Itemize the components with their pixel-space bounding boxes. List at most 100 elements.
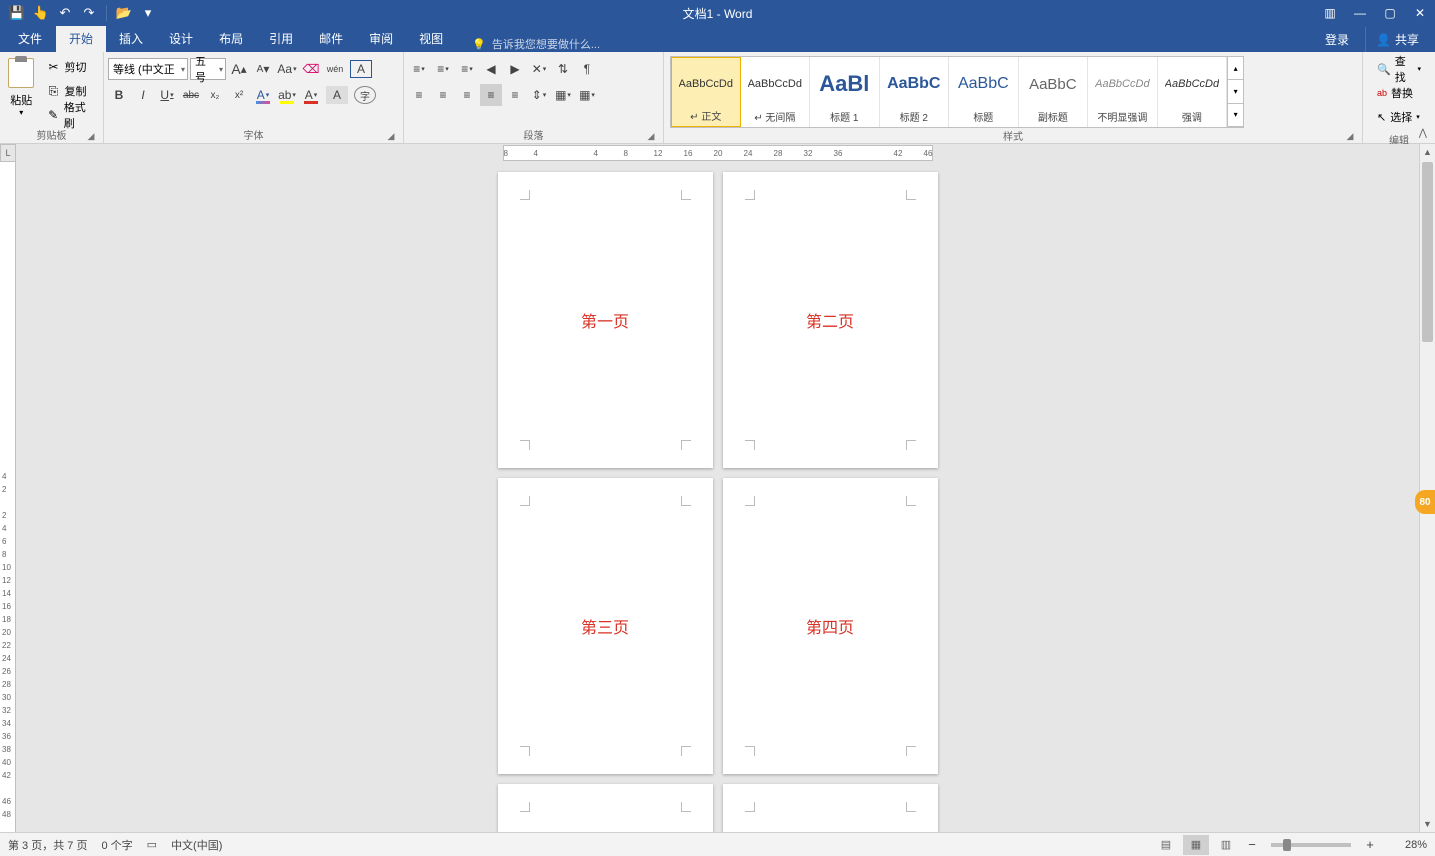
cut-button[interactable]: ✂剪切 xyxy=(42,56,99,78)
language-status[interactable]: 中文(中国) xyxy=(171,837,222,853)
font-color-button[interactable]: A▾ xyxy=(300,84,322,106)
zoom-knob[interactable] xyxy=(1283,839,1291,851)
clipboard-launcher[interactable]: ◢ xyxy=(85,130,97,142)
page-4[interactable]: 第四页 xyxy=(723,478,938,774)
close-button[interactable]: ✕ xyxy=(1405,0,1435,26)
tab-home[interactable]: 开始 xyxy=(56,25,106,52)
style-item-3[interactable]: AaBbC标题 2 xyxy=(880,57,950,127)
maximize-button[interactable]: ▢ xyxy=(1375,0,1405,26)
word-count-status[interactable]: 0 个字 xyxy=(101,837,132,853)
zoom-slider[interactable] xyxy=(1271,843,1351,847)
multilevel-button[interactable]: ≡▾ xyxy=(456,58,478,80)
show-marks-button[interactable]: ¶ xyxy=(576,58,598,80)
tab-view[interactable]: 视图 xyxy=(406,25,456,52)
font-size-combo[interactable]: 五号▾ xyxy=(190,58,226,80)
vertical-scrollbar[interactable]: ▲ ▼ xyxy=(1419,144,1435,832)
align-justify-button[interactable]: ≡ xyxy=(480,84,502,106)
line-spacing-button[interactable]: ⇕▾ xyxy=(528,84,550,106)
pages-container[interactable]: 第一页第二页第三页第四页 xyxy=(16,162,1419,832)
char-shading-button[interactable]: A xyxy=(326,86,348,104)
qat-customize-button[interactable]: ▾ xyxy=(137,2,159,24)
web-layout-button[interactable]: ▥ xyxy=(1213,835,1239,855)
tab-layout[interactable]: 布局 xyxy=(206,25,256,52)
subscript-button[interactable]: x₂ xyxy=(204,84,226,106)
highlight-button[interactable]: ab▾ xyxy=(276,84,298,106)
collapse-ribbon-button[interactable]: ⋀ xyxy=(1415,126,1431,141)
page-5[interactable] xyxy=(498,784,713,832)
char-border-button[interactable]: A xyxy=(350,60,372,78)
strikethrough-button[interactable]: abc xyxy=(180,84,202,106)
gallery-scroll-2[interactable]: ▾ xyxy=(1228,104,1243,127)
page-6[interactable] xyxy=(723,784,938,832)
share-button[interactable]: 👤 共享 xyxy=(1365,27,1429,52)
style-item-0[interactable]: AaBbCcDd↵ 正文 xyxy=(671,57,741,127)
tab-design[interactable]: 设计 xyxy=(156,25,206,52)
scroll-down-button[interactable]: ▼ xyxy=(1420,816,1435,832)
style-item-2[interactable]: AaBl标题 1 xyxy=(810,57,880,127)
spellcheck-status[interactable]: ▭ xyxy=(147,838,157,851)
phonetic-guide-button[interactable]: wén xyxy=(324,58,346,80)
redo-button[interactable]: ↷ xyxy=(78,2,100,24)
underline-button[interactable]: U▾ xyxy=(156,84,178,106)
font-launcher[interactable]: ◢ xyxy=(385,130,397,142)
ribbon-options-button[interactable]: ▥ xyxy=(1315,0,1345,26)
save-button[interactable]: 💾 xyxy=(6,2,28,24)
italic-button[interactable]: I xyxy=(132,84,154,106)
decrease-indent-button[interactable]: ◀ xyxy=(480,58,502,80)
tab-file[interactable]: 文件 xyxy=(4,25,56,52)
paragraph-launcher[interactable]: ◢ xyxy=(645,130,657,142)
select-button[interactable]: ↖选择▾ xyxy=(1373,106,1424,128)
style-item-5[interactable]: AaBbC副标题 xyxy=(1019,57,1089,127)
replace-button[interactable]: ab替换 xyxy=(1373,82,1417,104)
gallery-scroll-0[interactable]: ▴ xyxy=(1228,57,1243,80)
login-button[interactable]: 登录 xyxy=(1315,27,1359,52)
zoom-in-button[interactable]: + xyxy=(1361,836,1379,854)
align-right-button[interactable]: ≡ xyxy=(456,84,478,106)
change-case-button[interactable]: Aa▾ xyxy=(276,58,298,80)
minimize-button[interactable]: — xyxy=(1345,0,1375,26)
find-button[interactable]: 🔍查找▾ xyxy=(1373,58,1425,80)
zoom-out-button[interactable]: − xyxy=(1243,836,1261,854)
clear-formatting-button[interactable]: ⌫ xyxy=(300,58,322,80)
asian-layout-button[interactable]: ✕▾ xyxy=(528,58,550,80)
tell-me-search[interactable]: 💡 告诉我您想要做什么... xyxy=(472,36,600,52)
superscript-button[interactable]: x² xyxy=(228,84,250,106)
style-item-7[interactable]: AaBbCcDd强调 xyxy=(1158,57,1228,127)
side-badge[interactable]: 80 xyxy=(1415,490,1435,514)
horizontal-ruler[interactable]: 8448121620242832364246 xyxy=(503,145,933,161)
tab-review[interactable]: 审阅 xyxy=(356,25,406,52)
paste-button[interactable]: 粘贴 ▾ xyxy=(4,54,38,126)
font-name-combo[interactable]: 等线 (中文正▾ xyxy=(108,58,188,80)
undo-button[interactable]: ↶ xyxy=(54,2,76,24)
style-item-1[interactable]: AaBbCcDd↵ 无间隔 xyxy=(741,57,811,127)
bullets-button[interactable]: ≡▾ xyxy=(408,58,430,80)
ruler-corner[interactable]: L xyxy=(0,144,16,162)
page-number-status[interactable]: 第 3 页，共 7 页 xyxy=(8,837,87,853)
touch-mode-button[interactable]: 👆 xyxy=(30,2,52,24)
styles-launcher[interactable]: ◢ xyxy=(1344,130,1356,142)
style-item-6[interactable]: AaBbCcDd不明显强调 xyxy=(1088,57,1158,127)
page-3[interactable]: 第三页 xyxy=(498,478,713,774)
numbering-button[interactable]: ≡▾ xyxy=(432,58,454,80)
distributed-button[interactable]: ≡ xyxy=(504,84,526,106)
shrink-font-button[interactable]: A▾ xyxy=(252,58,274,80)
sort-button[interactable]: ⇅ xyxy=(552,58,574,80)
align-left-button[interactable]: ≡ xyxy=(408,84,430,106)
tab-mailings[interactable]: 邮件 xyxy=(306,25,356,52)
bold-button[interactable]: B xyxy=(108,84,130,106)
open-button[interactable]: 📂 xyxy=(113,2,135,24)
grow-font-button[interactable]: A▴ xyxy=(228,58,250,80)
shading-button[interactable]: ▦▾ xyxy=(552,84,574,106)
zoom-level[interactable]: 28% xyxy=(1383,839,1427,851)
enclose-chars-button[interactable]: 字 xyxy=(354,86,376,104)
vertical-ruler[interactable]: 4224681012141618202224262830323436384042… xyxy=(0,162,16,832)
tab-insert[interactable]: 插入 xyxy=(106,25,156,52)
text-effects-button[interactable]: A▾ xyxy=(252,84,274,106)
format-painter-button[interactable]: ✎格式刷 xyxy=(42,104,99,126)
page-2[interactable]: 第二页 xyxy=(723,172,938,468)
style-item-4[interactable]: AaBbC标题 xyxy=(949,57,1019,127)
align-center-button[interactable]: ≡ xyxy=(432,84,454,106)
increase-indent-button[interactable]: ▶ xyxy=(504,58,526,80)
tab-references[interactable]: 引用 xyxy=(256,25,306,52)
read-mode-button[interactable]: ▤ xyxy=(1153,835,1179,855)
